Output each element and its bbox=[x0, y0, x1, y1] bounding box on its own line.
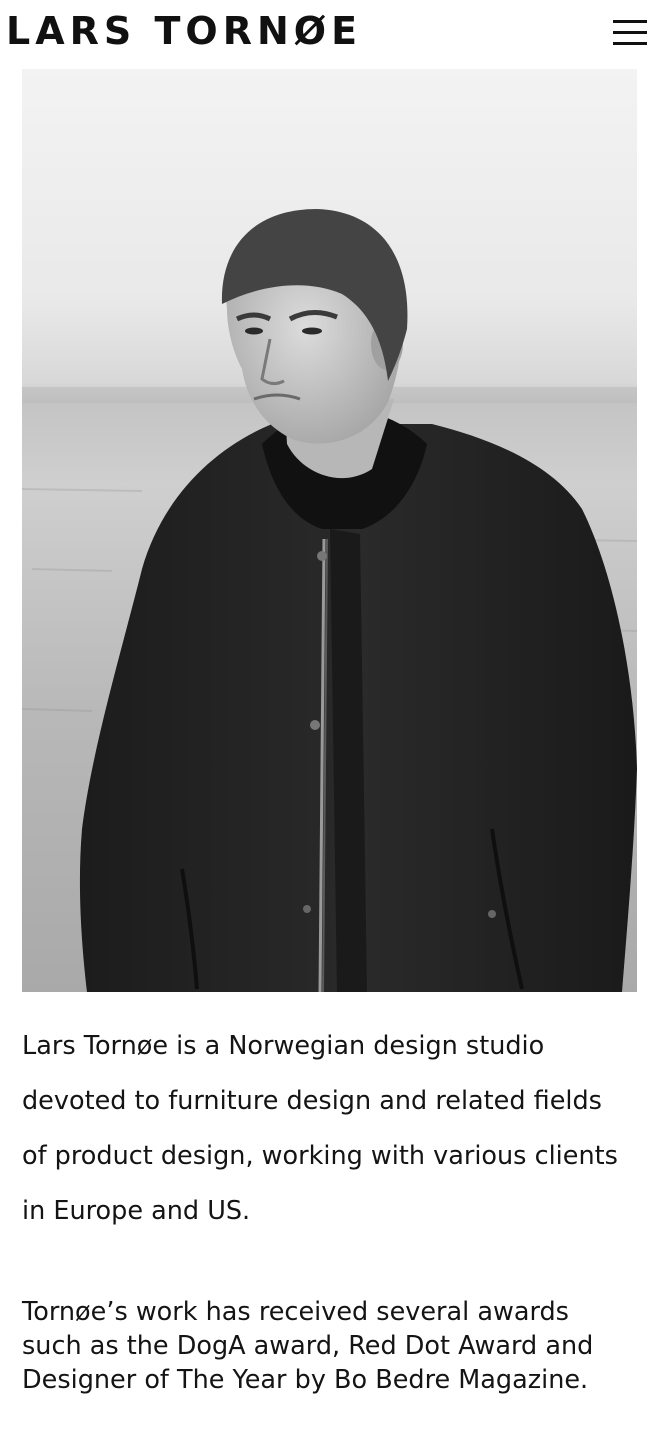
menu-button[interactable] bbox=[608, 16, 652, 50]
awards-text: Tornøe’s work has received several award… bbox=[22, 1297, 594, 1395]
studio-intro-text: Lars Tornøe is a Norwegian design studio… bbox=[22, 1031, 618, 1226]
portrait-photo bbox=[22, 69, 637, 992]
site-logo[interactable]: LARS TORNØE bbox=[6, 6, 362, 56]
site-header: LARS TORNØE bbox=[0, 0, 664, 66]
